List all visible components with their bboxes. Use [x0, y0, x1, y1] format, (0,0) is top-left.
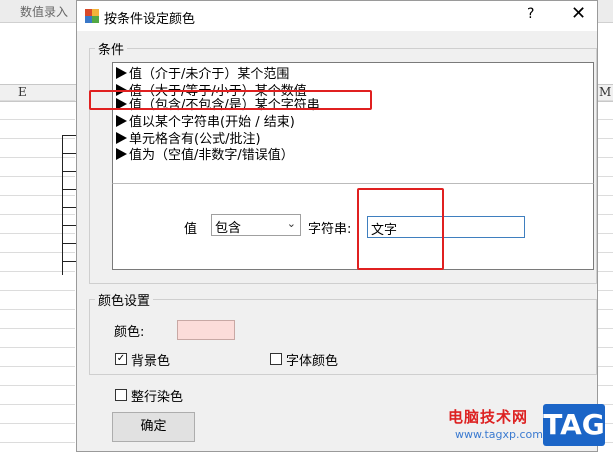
bg-color-checkbox[interactable]: ✓	[115, 353, 127, 365]
highlight-string-input	[357, 188, 444, 270]
whole-row-checkbox[interactable]	[115, 389, 127, 401]
chevron-down-icon: ⌄	[286, 217, 296, 230]
watermark-url: www.tagxp.com	[455, 428, 543, 441]
value-label: 值	[184, 222, 198, 237]
toolbar-tab[interactable]: 数值录入	[20, 3, 68, 20]
app-icon	[85, 9, 99, 23]
dialog-titlebar: 按条件设定颜色 ? ✕	[77, 1, 597, 31]
sheet-grid-right	[598, 100, 613, 452]
watermark-tag-logo: TAG	[543, 404, 605, 446]
color-label: 颜色:	[114, 325, 145, 340]
column-header-m[interactable]: M	[599, 85, 611, 99]
bg-color-label: 背景色	[131, 354, 171, 369]
whole-row-label: 整行染色	[131, 390, 184, 405]
list-item[interactable]: 值以某个字符串(开始 / 结束)	[116, 112, 295, 130]
highlight-selected-condition	[89, 90, 372, 110]
triangle-icon	[116, 147, 127, 160]
close-button[interactable]: ✕	[571, 4, 586, 24]
help-button[interactable]: ?	[527, 6, 534, 22]
ok-button[interactable]: 确定	[112, 412, 195, 442]
operator-select[interactable]: 包含 ⌄	[211, 214, 301, 236]
string-label: 字符串:	[308, 222, 352, 237]
bordered-cells	[62, 135, 76, 275]
operator-selected-value: 包含	[215, 221, 242, 236]
font-color-label: 字体颜色	[286, 354, 339, 369]
color-swatch[interactable]	[177, 320, 235, 340]
column-header-e[interactable]: E	[18, 85, 27, 99]
list-item[interactable]: 值为（空值/非数字/错误值）	[116, 145, 294, 163]
condition-list[interactable]: 值（介于/未介于）某个范围 值（大于/等于/小于）某个数值 值（包含/不包含/是…	[112, 62, 594, 184]
list-item[interactable]: 值（介于/未介于）某个范围	[116, 64, 289, 82]
triangle-icon	[116, 66, 127, 79]
dialog-title: 按条件设定颜色	[104, 12, 196, 27]
triangle-icon	[116, 114, 127, 127]
conditions-group-label: 条件	[95, 39, 128, 58]
watermark-site-name: 电脑技术网	[448, 408, 529, 426]
color-settings-group-label: 颜色设置	[95, 290, 154, 309]
font-color-checkbox[interactable]	[270, 353, 282, 365]
triangle-icon	[116, 131, 127, 144]
